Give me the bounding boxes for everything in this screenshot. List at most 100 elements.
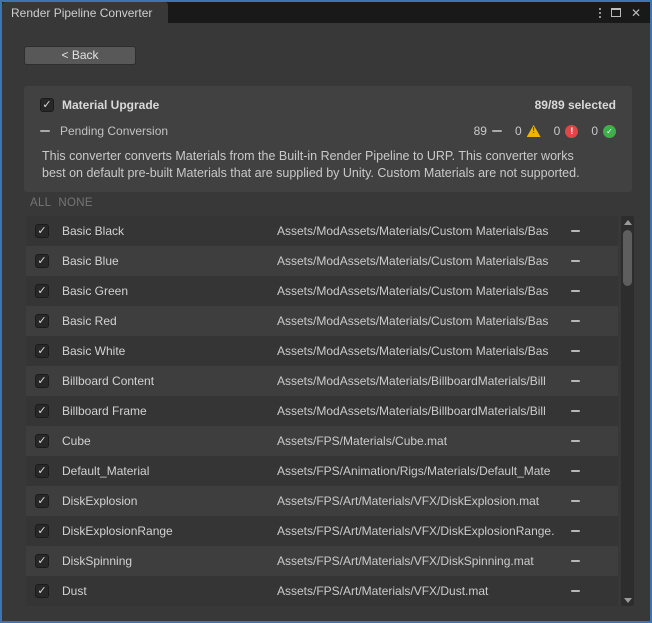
material-checkbox[interactable]: ✓ <box>35 524 49 538</box>
description-line-2: best on default pre-built Materials that… <box>42 165 616 182</box>
render-pipeline-converter-window: Render Pipeline Converter ✕ < Back ✓ Mat… <box>0 0 652 623</box>
checkmark-icon: ✓ <box>37 406 46 417</box>
checkmark-icon: ✓ <box>37 316 46 327</box>
material-row[interactable]: ✓ Default_Material Assets/FPS/Animation/… <box>26 456 618 486</box>
material-path: Assets/ModAssets/Materials/BillboardMate… <box>277 404 558 418</box>
material-status-dash-icon <box>571 530 580 532</box>
material-checkbox[interactable]: ✓ <box>35 404 49 418</box>
material-name: Billboard Frame <box>62 404 147 418</box>
material-status-dash-icon <box>571 380 580 382</box>
material-path: Assets/FPS/Art/Materials/VFX/DiskExplosi… <box>277 524 558 538</box>
material-status-dash-icon <box>571 410 580 412</box>
material-status-dash-icon <box>571 260 580 262</box>
pending-conversion-row: Pending Conversion 89 0 ! 0 ! 0 ✓ <box>40 123 616 139</box>
checkmark-icon: ✓ <box>42 100 51 111</box>
close-icon[interactable]: ✕ <box>631 7 641 19</box>
pending-count: 89 <box>474 124 487 138</box>
status-counts: 89 0 ! 0 ! 0 ✓ <box>474 124 616 138</box>
checkmark-icon: ✓ <box>37 586 46 597</box>
material-row[interactable]: ✓ Cube Assets/FPS/Materials/Cube.mat <box>26 426 618 456</box>
converter-panel: ✓ Material Upgrade 89/89 selected Pendin… <box>24 86 632 192</box>
material-upgrade-checkbox[interactable]: ✓ <box>40 98 54 112</box>
material-checkbox[interactable]: ✓ <box>35 314 49 328</box>
material-row[interactable]: ✓ Billboard Frame Assets/ModAssets/Mater… <box>26 396 618 426</box>
material-row[interactable]: ✓ Dust Assets/FPS/Art/Materials/VFX/Dust… <box>26 576 618 606</box>
material-status-dash-icon <box>571 440 580 442</box>
material-status-dash-icon <box>571 230 580 232</box>
material-checkbox[interactable]: ✓ <box>35 584 49 598</box>
warning-count: 0 <box>515 124 522 138</box>
success-icon: ✓ <box>603 125 616 138</box>
material-status-dash-icon <box>571 560 580 562</box>
checkmark-icon: ✓ <box>37 376 46 387</box>
material-status-dash-icon <box>571 350 580 352</box>
checkmark-icon: ✓ <box>37 496 46 507</box>
material-path: Assets/FPS/Art/Materials/VFX/Dust.mat <box>277 584 558 598</box>
material-row[interactable]: ✓ DiskExplosionRange Assets/FPS/Art/Mate… <box>26 516 618 546</box>
material-path: Assets/ModAssets/Materials/Custom Materi… <box>277 224 558 238</box>
material-name: DiskSpinning <box>62 554 132 568</box>
select-all-button[interactable]: ALL <box>30 197 51 209</box>
checkmark-icon: ✓ <box>37 346 46 357</box>
description-line-1: This converter converts Materials from t… <box>42 148 616 165</box>
material-checkbox[interactable]: ✓ <box>35 224 49 238</box>
material-row[interactable]: ✓ DiskSpinning Assets/FPS/Art/Materials/… <box>26 546 618 576</box>
selection-controls: ALL NONE <box>30 197 93 209</box>
converter-header-row: ✓ Material Upgrade 89/89 selected <box>40 97 616 113</box>
checkmark-icon: ✓ <box>37 466 46 477</box>
material-row[interactable]: ✓ Basic Red Assets/ModAssets/Materials/C… <box>26 306 618 336</box>
scroll-up-icon[interactable] <box>621 216 634 228</box>
material-name: Basic Red <box>62 314 117 328</box>
material-checkbox[interactable]: ✓ <box>35 434 49 448</box>
checkmark-icon: ✓ <box>37 436 46 447</box>
material-path: Assets/ModAssets/Materials/Custom Materi… <box>277 284 558 298</box>
material-name: Basic Green <box>62 284 128 298</box>
tab-render-pipeline-converter[interactable]: Render Pipeline Converter <box>2 2 168 23</box>
material-row[interactable]: ✓ Basic White Assets/ModAssets/Materials… <box>26 336 618 366</box>
tab-title: Render Pipeline Converter <box>11 6 152 20</box>
back-button[interactable]: < Back <box>24 46 136 65</box>
converter-title: Material Upgrade <box>62 98 159 112</box>
scrollbar-thumb[interactable] <box>623 230 632 286</box>
material-checkbox[interactable]: ✓ <box>35 464 49 478</box>
converter-description: This converter converts Materials from t… <box>42 148 616 182</box>
material-row[interactable]: ✓ Basic Black Assets/ModAssets/Materials… <box>26 216 618 246</box>
material-status-dash-icon <box>571 470 580 472</box>
material-path: Assets/ModAssets/Materials/BillboardMate… <box>277 374 558 388</box>
material-row[interactable]: ✓ Basic Green Assets/ModAssets/Materials… <box>26 276 618 306</box>
material-path: Assets/FPS/Materials/Cube.mat <box>277 434 558 448</box>
title-bar: Render Pipeline Converter ✕ <box>2 2 650 23</box>
warning-icon: ! <box>527 125 541 137</box>
material-checkbox[interactable]: ✓ <box>35 344 49 358</box>
material-checkbox[interactable]: ✓ <box>35 374 49 388</box>
error-count: 0 <box>554 124 561 138</box>
material-row[interactable]: ✓ Basic Blue Assets/ModAssets/Materials/… <box>26 246 618 276</box>
material-checkbox[interactable]: ✓ <box>35 254 49 268</box>
material-status-dash-icon <box>571 500 580 502</box>
material-name: DiskExplosion <box>62 494 137 508</box>
pending-dash-icon <box>492 130 502 132</box>
maximize-icon[interactable] <box>611 8 621 17</box>
window-menu-icon[interactable] <box>599 8 601 18</box>
material-row[interactable]: ✓ DiskExplosion Assets/FPS/Art/Materials… <box>26 486 618 516</box>
titlebar-spacer <box>168 2 599 23</box>
material-status-dash-icon <box>571 290 580 292</box>
error-icon: ! <box>565 125 578 138</box>
select-none-button[interactable]: NONE <box>58 197 92 209</box>
material-name: Cube <box>62 434 91 448</box>
scroll-down-icon[interactable] <box>621 594 634 606</box>
material-name: Basic Blue <box>62 254 119 268</box>
pending-label: Pending Conversion <box>60 124 168 138</box>
material-checkbox[interactable]: ✓ <box>35 554 49 568</box>
success-count: 0 <box>591 124 598 138</box>
checkmark-icon: ✓ <box>37 226 46 237</box>
material-name: Billboard Content <box>62 374 154 388</box>
list-scrollbar[interactable] <box>621 216 634 606</box>
material-row[interactable]: ✓ Billboard Content Assets/ModAssets/Mat… <box>26 366 618 396</box>
material-checkbox[interactable]: ✓ <box>35 494 49 508</box>
material-checkbox[interactable]: ✓ <box>35 284 49 298</box>
pending-dash-icon <box>40 130 50 132</box>
material-path: Assets/ModAssets/Materials/Custom Materi… <box>277 254 558 268</box>
material-name: DiskExplosionRange <box>62 524 173 538</box>
material-name: Basic Black <box>62 224 124 238</box>
